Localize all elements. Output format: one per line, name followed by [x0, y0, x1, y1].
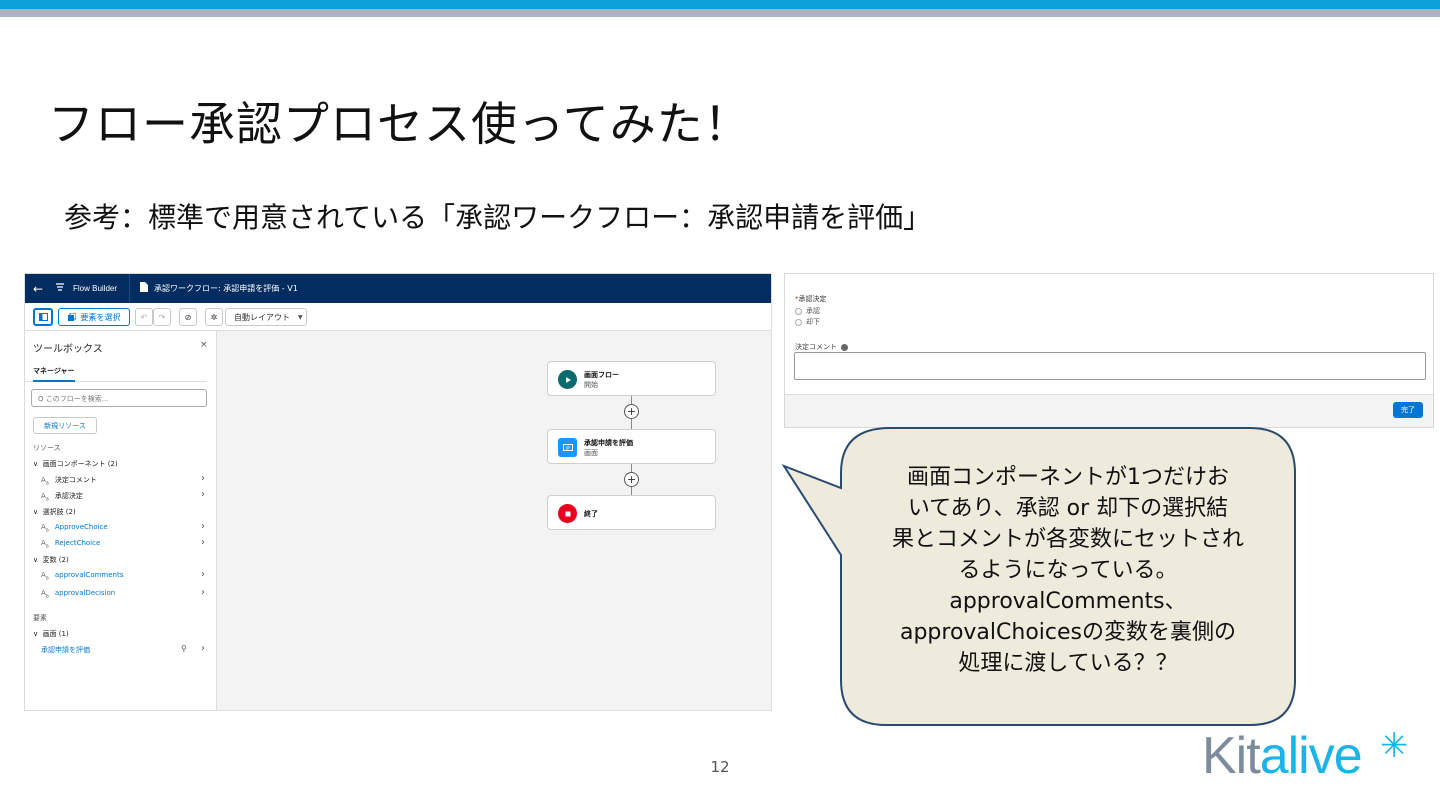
flow-search-input[interactable]: Q このフローを検索...: [31, 389, 207, 407]
element-item[interactable]: 承認申請を評価 ⚲ ›: [25, 643, 215, 657]
text-type-icon: Aa: [41, 539, 49, 550]
screen-node-subtitle: 画面: [584, 449, 598, 457]
debug-button[interactable]: ⊘: [179, 308, 197, 326]
screen-footer: 完了: [785, 394, 1433, 427]
text-type-icon: Aa: [41, 476, 49, 487]
settings-button[interactable]: ✲: [205, 308, 223, 326]
select-elements-button[interactable]: 要素を選択: [58, 308, 130, 326]
add-element-icon[interactable]: +: [624, 404, 639, 419]
page-number: 12: [710, 758, 730, 776]
chevron-right-icon: ›: [201, 521, 205, 532]
flow-tab-label: 承認ワークフロー: 承認申請を評価 - V1: [154, 284, 298, 293]
chevron-right-icon: ›: [201, 587, 205, 598]
top-accent-bar: [0, 0, 1440, 9]
resource-item[interactable]: Aa 決定コメント ›: [25, 473, 215, 487]
logo-star-icon: ✳: [1380, 726, 1409, 766]
slide-title: フロー承認プロセス使ってみた！: [48, 97, 751, 151]
flow-tab[interactable]: 承認ワークフロー: 承認申請を評価 - V1: [129, 274, 308, 303]
start-node-title: 画面フロー: [584, 371, 619, 379]
expand-icon: ∨: [33, 556, 39, 564]
app-name: Flow Builder: [73, 284, 118, 293]
new-resource-button[interactable]: 新規リソース: [33, 417, 97, 434]
text-type-icon: Aa: [41, 589, 49, 600]
screen-node-title: 承認申請を評価: [584, 439, 633, 447]
flow-builder-toolbar: 要素を選択 ↶ ↷ ⊘ ✲ 自動レイアウト ▼: [25, 303, 771, 331]
info-icon: [841, 343, 848, 351]
start-node-subtitle: 開始: [584, 381, 598, 389]
toolbox-title: ツールボックス: [33, 344, 103, 355]
decision-label: *承認決定: [795, 295, 827, 303]
slide-subtitle: 参考：標準で用意されている「承認ワークフロー：承認申請を評価」: [64, 201, 932, 234]
radio-approve[interactable]: 承認: [795, 306, 820, 316]
layout-select-label: 自動レイアウト: [234, 312, 290, 322]
text-type-icon: Aa: [41, 492, 49, 503]
group-choices[interactable]: ∨ 選択肢 (2): [25, 505, 215, 519]
add-element-icon[interactable]: +: [624, 472, 639, 487]
undo-button[interactable]: ↶: [135, 308, 153, 326]
screen-node[interactable]: 承認申請を評価 画面: [547, 429, 716, 464]
radio-icon: [795, 318, 802, 326]
select-elements-label: 要素を選択: [80, 312, 121, 322]
start-node[interactable]: 画面フロー 開始: [547, 361, 716, 396]
radio-icon: [795, 307, 802, 315]
expand-icon: ∨: [33, 630, 39, 638]
search-icon: ⚲: [181, 644, 187, 653]
chevron-right-icon: ›: [201, 569, 205, 580]
flow-icon: [51, 282, 69, 295]
layout-select[interactable]: 自動レイアウト ▼: [225, 308, 307, 326]
chevron-right-icon: ›: [201, 473, 205, 484]
group-screen-components[interactable]: ∨ 画面コンポーネント (2): [25, 457, 215, 471]
resource-item[interactable]: Aa RejectChoice ›: [25, 537, 215, 551]
end-node-title: 終了: [584, 510, 598, 518]
expand-icon: ∨: [33, 460, 39, 468]
radio-reject[interactable]: 却下: [795, 317, 820, 327]
resources-heading: リソース: [33, 444, 61, 452]
toolbox-panel: ツールボックス × マネージャー Q このフローを検索... 新規リソース リソ…: [25, 331, 217, 710]
comment-textarea[interactable]: [794, 352, 1426, 380]
document-icon: [140, 282, 149, 295]
chevron-right-icon: ›: [201, 537, 205, 548]
flow-canvas[interactable]: 画面フロー 開始 + 承認申請を評価 画面 + 終了: [217, 331, 771, 710]
resource-item[interactable]: Aa 承認決定 ›: [25, 489, 215, 503]
top-gray-bar: [0, 9, 1440, 17]
screen-preview: *承認決定 承認 却下 決定コメント 完了: [784, 273, 1434, 428]
group-screens[interactable]: ∨ 画面 (1): [25, 627, 215, 641]
play-icon: [558, 370, 577, 389]
resource-item[interactable]: Aa approvalComments ›: [25, 569, 215, 583]
select-icon: [67, 313, 76, 321]
resource-item[interactable]: Aa approvalDecision ›: [25, 587, 215, 601]
group-variables[interactable]: ∨ 変数 (2): [25, 553, 215, 567]
elements-heading: 要素: [33, 614, 47, 622]
text-type-icon: Aa: [41, 523, 49, 534]
end-node[interactable]: 終了: [547, 495, 716, 530]
comment-label: 決定コメント: [795, 342, 848, 352]
kitalive-logo: Kitalive: [1202, 727, 1363, 785]
flow-builder-window: ← Flow Builder 承認ワークフロー: 承認申請を評価 - V1 要素…: [24, 273, 772, 711]
done-button[interactable]: 完了: [1393, 402, 1423, 418]
redo-button[interactable]: ↷: [153, 308, 171, 326]
tab-manager[interactable]: マネージャー: [25, 361, 207, 382]
screen-icon: [558, 438, 577, 457]
chevron-right-icon: ›: [201, 489, 205, 500]
flow-builder-header: ← Flow Builder 承認ワークフロー: 承認申請を評価 - V1: [25, 274, 771, 303]
caret-down-icon: ▼: [298, 313, 303, 321]
back-arrow-icon[interactable]: ←: [25, 282, 51, 296]
chevron-right-icon: ›: [201, 643, 205, 654]
callout-text: 画面コンポーネントが1つだけお いてあり、承認 or 却下の選択結 果とコメント…: [891, 465, 1244, 676]
text-type-icon: Aa: [41, 571, 49, 582]
close-icon[interactable]: ×: [200, 340, 208, 350]
stop-icon: [558, 504, 577, 523]
toggle-toolbox-button[interactable]: [33, 308, 53, 326]
resource-item[interactable]: Aa ApproveChoice ›: [25, 521, 215, 535]
expand-icon: ∨: [33, 508, 39, 516]
